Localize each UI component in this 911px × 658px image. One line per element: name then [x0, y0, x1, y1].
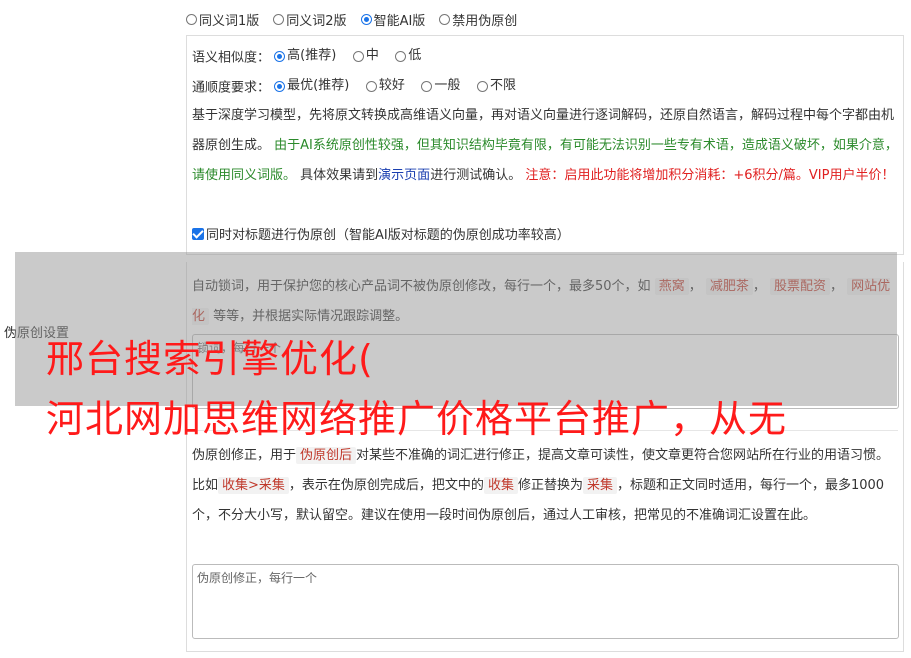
similarity-row: 语义相似度： 高(推荐) 中 低 [192, 41, 421, 74]
fluency-row: 通顺度要求： 最优(推荐) 较好 一般 不限 [192, 71, 516, 104]
mode-selector: 同义词1版 同义词2版 智能AI版 禁用伪原创 [186, 10, 517, 29]
example-tag: 收集 [483, 477, 518, 494]
example-tag: 收集>采集 [218, 477, 289, 494]
demo-page-link[interactable]: 演示页面 [378, 168, 430, 183]
radio-icon[interactable] [395, 50, 407, 62]
example-tag: 伪原创后 [296, 447, 357, 464]
radio-icon[interactable] [186, 14, 197, 25]
radio-icon[interactable] [365, 80, 377, 92]
radio-selected-icon[interactable] [274, 50, 286, 62]
ai-description: 基于深度学习模型，先将原文转换成高维语义向量，再对语义向量进行逐词解码，还原自然… [192, 108, 898, 183]
ad-overlay [15, 252, 897, 406]
radio-icon[interactable] [352, 50, 364, 62]
correction-description: 伪原创修正，用于 伪原创后 对某些不准确的词汇进行修正，提高文章可读性，使文章更符合… [192, 447, 890, 523]
title-checkbox-row[interactable]: 同时对标题进行伪原创（智能AI版对标题的伪原创成功率较高） [192, 221, 570, 251]
overlay-headline-2: 河北网加思维网络推广价格平台推广，从无 [46, 397, 788, 441]
similarity-medium[interactable]: 中 [352, 41, 379, 71]
mode-synonym-1[interactable]: 同义词1版 [186, 10, 259, 29]
fluency-normal[interactable]: 一般 [421, 71, 460, 101]
radio-icon[interactable] [439, 14, 451, 25]
radio-selected-icon[interactable] [274, 80, 286, 92]
fluency-unlimited[interactable]: 不限 [476, 71, 516, 101]
radio-selected-icon[interactable] [360, 14, 372, 25]
radio-icon[interactable] [476, 80, 488, 92]
overlay-headline-1: 邢台搜索引擎优化( [46, 337, 374, 381]
fluency-best[interactable]: 最优(推荐) [274, 71, 349, 101]
cost-notice: 注意：启用此功能将增加积分消耗：+6积分/篇。VIP用户半价！ [525, 168, 895, 183]
example-tag: 采集 [582, 477, 617, 494]
mode-disable[interactable]: 禁用伪原创 [439, 10, 517, 29]
correction-input[interactable] [192, 564, 899, 639]
radio-icon[interactable] [273, 14, 285, 25]
similarity-high[interactable]: 高(推荐) [274, 41, 336, 71]
checkbox-checked-icon[interactable] [192, 228, 204, 240]
radio-icon[interactable] [421, 80, 433, 92]
mode-synonym-2[interactable]: 同义词2版 [273, 10, 347, 29]
mode-ai[interactable]: 智能AI版 [360, 10, 425, 29]
similarity-low[interactable]: 低 [395, 41, 421, 71]
fluency-good[interactable]: 较好 [365, 71, 405, 101]
